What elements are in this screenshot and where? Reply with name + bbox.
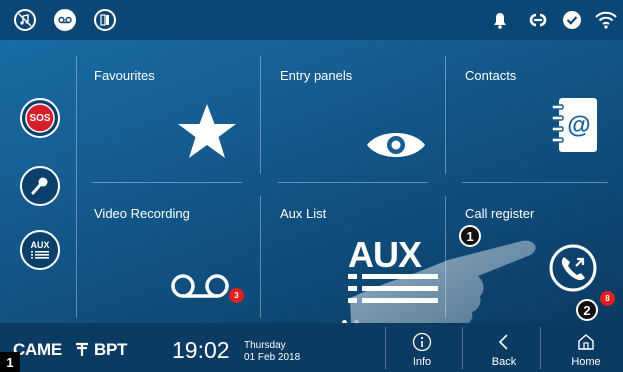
info-button[interactable]: Info — [392, 329, 452, 369]
clock-weekday: Thursday — [244, 340, 286, 351]
call-log-icon — [549, 244, 597, 292]
callout-marker-1: 1 — [459, 225, 481, 247]
home-button[interactable]: Home — [556, 329, 616, 369]
sos-label: SOS — [29, 112, 51, 124]
check-icon — [560, 8, 584, 32]
door-unlock-icon[interactable] — [94, 9, 116, 31]
back-button[interactable]: Back — [474, 329, 534, 369]
clock-time: 19:02 — [172, 337, 230, 363]
link-icon — [526, 8, 550, 32]
tile-entry-panels-label: Entry panels — [280, 68, 353, 83]
tile-entry-panels[interactable]: Entry panels — [262, 56, 445, 182]
address-book-icon: @ — [551, 98, 597, 152]
voicemail-icon[interactable] — [54, 9, 76, 31]
brand-came: CAME — [13, 340, 62, 359]
eye-icon — [367, 133, 425, 157]
grid-divider — [260, 196, 261, 318]
key-button[interactable] — [20, 166, 60, 206]
tile-video-recording-label: Video Recording — [94, 206, 190, 221]
callout-marker-2: 2 — [576, 299, 598, 321]
voicemail-tape-icon — [171, 274, 229, 298]
tile-favourites-label: Favourites — [94, 68, 155, 83]
tile-video-recording[interactable]: Video Recording 3 — [78, 196, 260, 316]
tile-favourites[interactable]: Favourites — [78, 56, 260, 182]
back-label: Back — [491, 356, 517, 368]
home-screen: SOS AUX Favourites Entry panels Contacts — [0, 0, 623, 372]
tile-call-register-label: Call register — [465, 206, 535, 221]
svg-text:@: @ — [567, 112, 590, 139]
bell-icon — [488, 8, 512, 32]
nav-divider — [462, 327, 463, 369]
key-icon — [31, 177, 48, 195]
tile-contacts[interactable]: Contacts @ — [447, 56, 617, 182]
grid-divider — [92, 182, 242, 183]
figure-callout-number: 1 — [0, 352, 20, 372]
aux-side-label: AUX — [30, 240, 50, 250]
tile-aux-list-label: Aux List — [280, 206, 327, 221]
nav-divider — [385, 327, 386, 369]
star-icon — [178, 104, 236, 158]
clock-date: 01 Feb 2018 — [244, 352, 301, 363]
grid-divider — [76, 56, 77, 318]
status-bar — [0, 0, 623, 40]
info-icon — [412, 332, 432, 352]
home-label: Home — [571, 356, 601, 368]
sos-button[interactable]: SOS — [20, 98, 60, 138]
list-lines-icon — [30, 251, 49, 259]
grid-divider — [278, 182, 428, 183]
aux-button[interactable]: AUX — [20, 230, 60, 270]
grid-divider — [445, 56, 446, 174]
bpt-logo-icon — [76, 342, 88, 356]
tile-contacts-label: Contacts — [465, 68, 517, 83]
home-icon — [578, 334, 594, 350]
nav-divider — [540, 327, 541, 369]
wifi-icon — [594, 8, 618, 32]
missed-calls-badge: 8 — [600, 291, 615, 306]
brand-bpt: BPT — [94, 340, 128, 359]
grid-divider — [462, 182, 608, 183]
grid-divider — [260, 56, 261, 174]
mute-ring-icon[interactable] — [14, 9, 36, 31]
recordings-count-badge: 3 — [229, 288, 244, 303]
back-arrow-icon — [498, 334, 508, 350]
info-label: Info — [412, 356, 432, 368]
